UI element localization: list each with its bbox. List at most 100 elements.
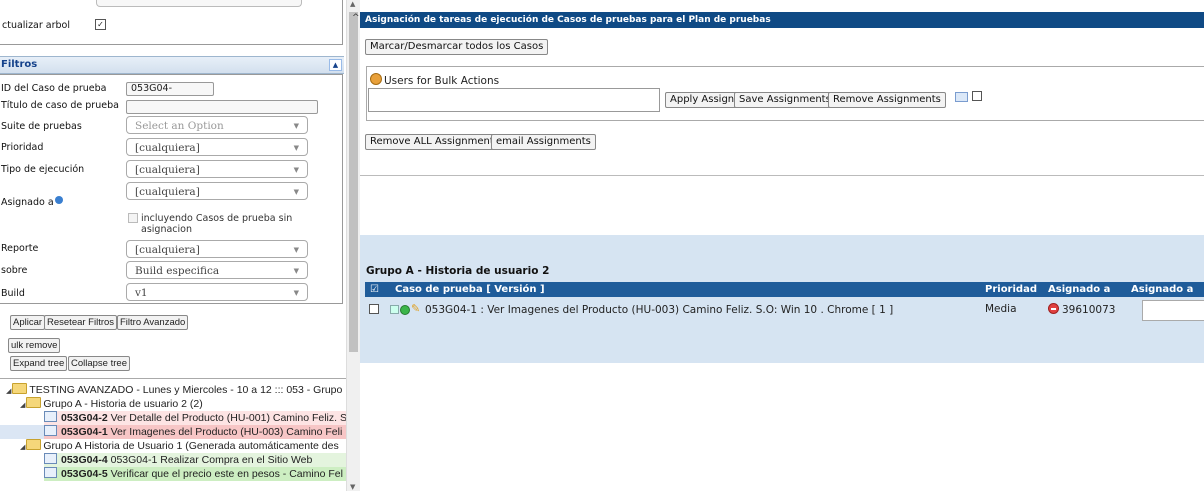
settings-select[interactable] [96, 0, 302, 7]
test-suite-select[interactable]: Select an Option ▼ [126, 116, 308, 134]
test-case-icon [44, 453, 57, 464]
scroll-up-icon[interactable]: ▲ [350, 0, 355, 8]
test-case-title: 053G04-1 Realizar Compra en el Sitio Web [110, 454, 313, 466]
tree-node-group-a[interactable]: ◢ Grupo A - Historia de usuario 2 (2) [20, 397, 203, 411]
test-suite-label: Suite de pruebas [1, 121, 82, 132]
apply-assign-button[interactable]: Apply Assign [665, 92, 740, 108]
update-tree-label: ctualizar arbol [2, 20, 71, 31]
chevron-down-icon: ▼ [293, 166, 299, 174]
row-priority: Media [985, 303, 1017, 315]
email-icon[interactable] [955, 92, 968, 102]
test-suite-value: Select an Option [135, 120, 224, 132]
priority-select[interactable]: [cualquiera] ▼ [126, 138, 308, 156]
bulk-remove-button[interactable]: ulk remove [8, 338, 61, 353]
test-case-title-label: Título de caso de prueba [1, 100, 119, 111]
info-icon[interactable] [54, 196, 63, 204]
left-panel: ctualizar arbol ✓ Filtros ▲ ID del Caso … [0, 0, 346, 491]
row-checkbox[interactable] [369, 304, 379, 314]
filters-box: ID del Caso de prueba 053G04- Título de … [0, 74, 343, 304]
execution-history-icon[interactable] [390, 305, 399, 314]
chevron-down-icon: ▼ [293, 246, 299, 254]
test-case-icon [44, 425, 57, 436]
report-label: Reporte [1, 243, 39, 254]
chevron-down-icon: ▼ [293, 144, 299, 152]
assigned-to-value: [cualquiera] [135, 186, 200, 198]
select-all-checkbox[interactable]: ☑ [370, 282, 379, 297]
tree-item-testcase[interactable]: 053G04-2 Ver Detalle del Producto (HU-00… [44, 411, 346, 425]
expand-tree-button[interactable]: Expand tree [10, 356, 68, 371]
tree-item-selected-row[interactable]: 053G04-1 Ver Imagenes del Producto (HU-0… [0, 425, 346, 439]
reset-filters-button[interactable]: Resetear Filtros [44, 315, 118, 330]
build-label: Build [1, 288, 25, 299]
expanded-arrow-icon[interactable]: ◢ [20, 444, 25, 451]
filters-header[interactable]: Filtros ▲ [0, 56, 344, 74]
test-case-id: 053G04-1 [61, 426, 108, 438]
chevron-down-icon: ▼ [293, 289, 299, 297]
bulk-users-select[interactable] [368, 88, 660, 112]
on-select[interactable]: Build especifica ▼ [126, 261, 308, 279]
page-title: Asignación de tareas de ejecución de Cas… [360, 12, 1204, 28]
tree-item-testcase[interactable]: 053G04-5 Verificar que el precio este en… [44, 467, 346, 481]
execution-type-value: [cualquiera] [135, 164, 200, 176]
apply-filters-button[interactable]: Aplicar [10, 315, 46, 330]
tree-item-testcase[interactable]: 053G04-1 Ver Imagenes del Producto (HU-0… [44, 425, 342, 439]
users-icon [370, 73, 382, 85]
build-value: v1 [135, 287, 148, 299]
row-assigned-to: 39610073 [1062, 304, 1116, 316]
execution-type-select[interactable]: [cualquiera] ▼ [126, 160, 308, 178]
build-select[interactable]: v1 ▼ [126, 283, 308, 301]
toggle-all-cases-button[interactable]: Marcar/Desmarcar todos los Casos [365, 39, 549, 55]
remove-assignment-icon[interactable] [1048, 303, 1059, 316]
collapse-filters-icon[interactable]: ▲ [329, 59, 342, 71]
test-case-title-input[interactable] [126, 100, 318, 114]
tree-node-label: Grupo A - Historia de usuario 2 (2) [43, 398, 203, 410]
col-assigned-to[interactable]: Asignado a [1048, 282, 1110, 297]
left-scrollbar[interactable]: ▲ ▼ [346, 0, 360, 491]
chevron-down-icon: ▼ [293, 122, 299, 130]
test-case-title: Ver Imagenes del Producto (HU-003) Camin… [110, 426, 343, 438]
row-test-case[interactable]: 053G04-1 : Ver Imagenes del Producto (HU… [425, 304, 893, 316]
collapse-left-icon[interactable]: ^ [352, 13, 360, 23]
test-case-icon [44, 467, 57, 478]
advanced-filter-button[interactable]: Filtro Avanzado [117, 315, 189, 330]
test-case-id-label: ID del Caso de prueba [1, 83, 107, 94]
col-test-case[interactable]: Caso de prueba [ Versión ] [395, 282, 545, 297]
expanded-arrow-icon[interactable]: ◢ [20, 402, 25, 409]
filters-title: Filtros [1, 59, 38, 70]
assigned-to-select[interactable]: [cualquiera] ▼ [126, 182, 308, 200]
assigned-to-label: Asignado a [1, 196, 63, 208]
remove-all-assignments-button[interactable]: Remove ALL Assignments [365, 134, 505, 150]
table-row: ✎ 053G04-1 : Ver Imagenes del Producto (… [365, 297, 1204, 327]
test-case-title: Ver Detalle del Producto (HU-001) Camino… [110, 412, 346, 424]
test-case-id: 053G04-4 [61, 454, 108, 466]
tree-node-group-b[interactable]: ◢ Grupo A Historia de Usuario 1 (Generada… [20, 439, 339, 453]
settings-box: ctualizar arbol ✓ [0, 0, 343, 45]
update-tree-checkbox[interactable]: ✓ [95, 19, 106, 30]
table-header: ☑ Caso de prueba [ Versión ] Prioridad A… [365, 282, 1204, 297]
include-unassigned-label: incluyendo Casos de prueba sin asignacio… [141, 213, 293, 235]
scrollbar-thumb[interactable] [349, 12, 358, 352]
email-assignments-button[interactable]: email Assignments [491, 134, 596, 150]
remove-assignments-button[interactable]: Remove Assignments [828, 92, 946, 108]
col-assign-to[interactable]: Asignado a [1131, 282, 1193, 297]
expanded-arrow-icon[interactable]: ◢ [6, 388, 11, 395]
edit-pencil-icon[interactable]: ✎ [411, 302, 420, 315]
tree-node-label: TESTING AVANZADO - Lunes y Miercoles - 1… [29, 384, 343, 396]
run-icon[interactable] [400, 305, 410, 315]
test-case-id-input[interactable]: 053G04- [126, 82, 214, 96]
priority-label: Prioridad [1, 142, 44, 153]
assign-to-select[interactable] [1142, 300, 1204, 321]
save-assignments-button[interactable]: Save Assignments [734, 92, 836, 108]
include-unassigned-checkbox[interactable] [128, 213, 138, 223]
tree-item-testcase[interactable]: 053G04-4 053G04-1 Realizar Compra en el … [44, 453, 346, 467]
report-select[interactable]: [cualquiera] ▼ [126, 240, 308, 258]
tree-node-root[interactable]: ◢ TESTING AVANZADO - Lunes y Miercoles - … [6, 383, 342, 397]
chevron-down-icon: ▼ [293, 267, 299, 275]
assigned-to-label-text: Asignado a [1, 197, 54, 208]
group-title: Grupo A - Historia de usuario 2 [366, 265, 550, 277]
col-priority[interactable]: Prioridad [985, 282, 1037, 297]
folder-open-icon [26, 397, 42, 408]
scroll-down-icon[interactable]: ▼ [350, 483, 355, 491]
send-email-checkbox[interactable] [972, 91, 982, 101]
collapse-tree-button[interactable]: Collapse tree [68, 356, 130, 371]
